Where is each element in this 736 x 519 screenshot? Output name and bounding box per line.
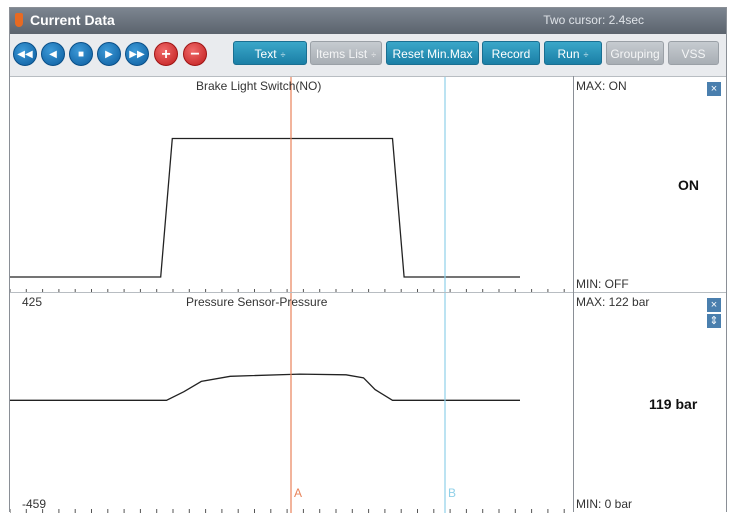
brake-light-title: Brake Light Switch(NO) — [196, 79, 322, 93]
brake-light-min: MIN: OFF — [576, 277, 629, 291]
current-data-window: Current Data Two cursor: 2.4sec ◀◀ ◀ ■ ▶… — [9, 7, 727, 513]
vss-button[interactable]: VSS — [668, 41, 719, 65]
run-label: Run — [557, 47, 580, 61]
grouping-button[interactable]: Grouping — [606, 41, 664, 65]
dropdown-arrow-icon: ÷ — [583, 50, 589, 60]
stop-icon[interactable]: ■ — [69, 42, 93, 66]
text-view-label: Text — [254, 47, 277, 61]
zoom-in-icon[interactable]: + — [154, 42, 178, 66]
dropdown-arrow-icon: ÷ — [280, 50, 286, 60]
series-line — [10, 137, 520, 278]
play-icon[interactable]: ▶ — [97, 42, 121, 66]
cursor-label-b: B — [448, 486, 456, 500]
items-list-dropdown[interactable]: Items List ÷ — [310, 41, 382, 65]
brake-light-panel: Brake Light Switch(NO) MAX: ON MIN: OFF … — [10, 76, 726, 293]
brake-light-current-value: ON — [678, 177, 699, 193]
reset-min-max-button[interactable]: Reset Min.Max — [386, 41, 479, 65]
brake-light-max: MAX: ON — [576, 79, 627, 93]
step-back-icon[interactable]: ◀ — [41, 42, 65, 66]
brake-light-chart — [10, 77, 565, 293]
text-view-dropdown[interactable]: Text ÷ — [233, 41, 307, 65]
pressure-y-top-label: 425 — [22, 295, 43, 309]
pressure-chart: AB — [10, 293, 565, 513]
pressure-panel: AB 425 -459 Pressure Sensor-Pressure MAX… — [10, 292, 726, 513]
fast-forward-icon[interactable]: ▶▶ — [125, 42, 149, 66]
pressure-max: MAX: 122 bar — [576, 295, 650, 309]
close-icon[interactable]: × — [707, 82, 721, 96]
pressure-current-value: 119 bar — [649, 396, 698, 412]
cursor-info: Two cursor: 2.4sec — [543, 13, 644, 27]
pressure-min: MIN: 0 bar — [576, 497, 633, 511]
run-dropdown[interactable]: Run ÷ — [544, 41, 602, 65]
resize-icon[interactable]: ⇕ — [707, 314, 721, 328]
app-icon — [15, 13, 23, 27]
zoom-out-icon[interactable]: − — [183, 42, 207, 66]
toolbar: ◀◀ ◀ ■ ▶ ▶▶ + − Text ÷ Items List ÷ Reset … — [10, 34, 726, 77]
rewind-icon[interactable]: ◀◀ — [13, 42, 37, 66]
record-button[interactable]: Record — [482, 41, 540, 65]
items-list-label: Items List — [315, 47, 368, 61]
close-icon[interactable]: × — [707, 298, 721, 312]
panel-divider — [573, 76, 574, 512]
window-title: Current Data — [30, 12, 115, 28]
pressure-title: Pressure Sensor-Pressure — [186, 295, 328, 309]
title-bar: Current Data Two cursor: 2.4sec — [10, 8, 726, 34]
series-line — [10, 373, 520, 401]
pressure-y-bottom-label: -459 — [22, 497, 47, 511]
cursor-label-a: A — [294, 486, 302, 500]
dropdown-arrow-icon: ÷ — [371, 50, 377, 60]
